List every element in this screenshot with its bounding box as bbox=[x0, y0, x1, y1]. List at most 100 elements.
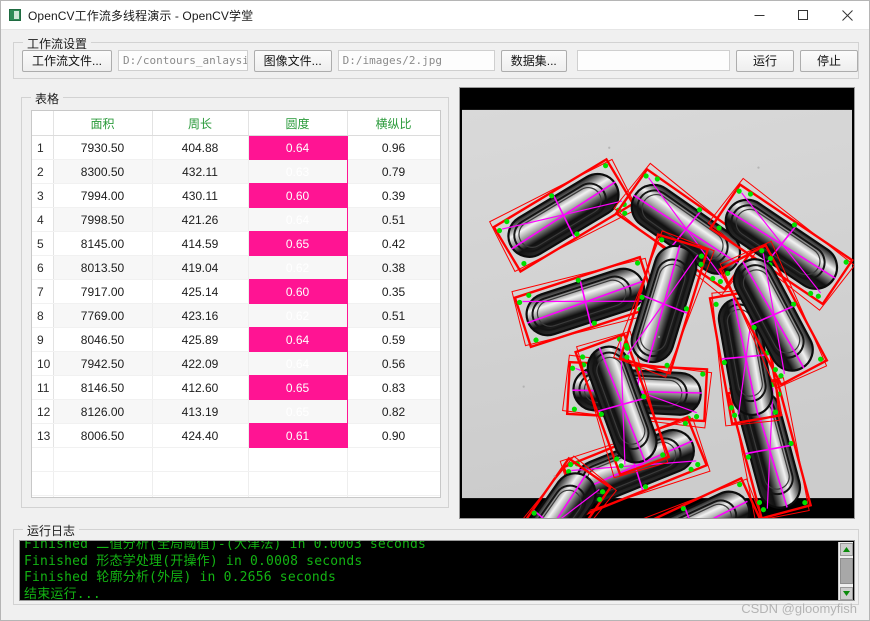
cell-aspect[interactable]: 0.51 bbox=[347, 303, 440, 328]
cell-circularity[interactable]: 0.62 bbox=[248, 303, 348, 328]
cell-area[interactable]: 8006.50 bbox=[53, 423, 153, 448]
cell-area[interactable]: 7930.50 bbox=[53, 135, 153, 160]
cell-aspect[interactable]: 0.79 bbox=[347, 159, 440, 184]
cell-perimeter[interactable]: 412.60 bbox=[152, 375, 249, 400]
stop-button[interactable]: 停止 bbox=[799, 49, 858, 72]
table-header-perimeter[interactable]: 周长 bbox=[152, 111, 249, 136]
cell-perimeter[interactable]: 414.59 bbox=[152, 231, 249, 256]
cell-circularity[interactable]: 0.60 bbox=[248, 279, 348, 304]
cell-perimeter[interactable]: 425.14 bbox=[152, 279, 249, 304]
table-group-title: 表格 bbox=[31, 90, 64, 107]
cell-circularity[interactable]: 0.60 bbox=[248, 183, 348, 208]
cell-circularity[interactable]: 0.63 bbox=[248, 159, 348, 184]
table-header-aspect-ratio[interactable]: 横纵比 bbox=[347, 111, 440, 136]
cell-aspect[interactable]: 0.42 bbox=[347, 231, 440, 256]
cell-area[interactable]: 8145.00 bbox=[53, 231, 153, 256]
cell-area[interactable]: 8300.50 bbox=[53, 159, 153, 184]
cell-aspect[interactable]: 0.83 bbox=[347, 375, 440, 400]
row-index: 10 bbox=[32, 351, 54, 376]
table-row[interactable]: 9 8046.50 425.89 0.64 0.59 bbox=[32, 327, 440, 352]
cell-aspect[interactable]: 0.51 bbox=[347, 207, 440, 232]
cell-circularity[interactable]: 0.65 bbox=[248, 399, 348, 424]
cell-circularity[interactable]: 0.64 bbox=[248, 327, 348, 352]
empty-cell bbox=[53, 495, 153, 497]
table-row[interactable]: 3 7994.00 430.11 0.60 0.39 bbox=[32, 183, 440, 208]
workflow-file-input[interactable]: D:/contours_anlaysis.vm bbox=[118, 50, 248, 71]
scroll-up-icon[interactable] bbox=[840, 543, 853, 556]
cell-circularity[interactable]: 0.65 bbox=[248, 375, 348, 400]
cell-area[interactable]: 7998.50 bbox=[53, 207, 153, 232]
table-row[interactable]: 7 7917.00 425.14 0.60 0.35 bbox=[32, 279, 440, 304]
row-index: 2 bbox=[32, 159, 54, 184]
cell-perimeter[interactable]: 421.26 bbox=[152, 207, 249, 232]
run-button[interactable]: 运行 bbox=[735, 49, 794, 72]
table-row[interactable]: 13 8006.50 424.40 0.61 0.90 bbox=[32, 423, 440, 448]
table-header-area[interactable]: 面积 bbox=[53, 111, 153, 136]
cell-aspect[interactable]: 0.90 bbox=[347, 423, 440, 448]
cell-aspect[interactable]: 0.59 bbox=[347, 327, 440, 352]
cell-area[interactable]: 7917.00 bbox=[53, 279, 153, 304]
cell-area[interactable]: 7994.00 bbox=[53, 183, 153, 208]
scroll-down-icon[interactable] bbox=[840, 587, 853, 600]
cell-perimeter[interactable]: 423.16 bbox=[152, 303, 249, 328]
table-row[interactable]: 1 7930.50 404.88 0.64 0.96 bbox=[32, 135, 440, 160]
cell-area[interactable]: 8046.50 bbox=[53, 327, 153, 352]
cell-perimeter[interactable]: 404.88 bbox=[152, 135, 249, 160]
log-line: 结束运行... bbox=[24, 586, 101, 601]
table-row[interactable]: 10 7942.50 422.09 0.64 0.56 bbox=[32, 351, 440, 376]
cell-perimeter[interactable]: 430.11 bbox=[152, 183, 249, 208]
cell-perimeter[interactable]: 425.89 bbox=[152, 327, 249, 352]
image-file-input[interactable]: D:/images/2.jpg bbox=[337, 50, 495, 71]
table-row[interactable]: 5 8145.00 414.59 0.65 0.42 bbox=[32, 231, 440, 256]
cell-circularity[interactable]: 0.62 bbox=[248, 255, 348, 280]
cell-area[interactable]: 8013.50 bbox=[53, 255, 153, 280]
cell-perimeter[interactable]: 432.11 bbox=[152, 159, 249, 184]
cell-circularity[interactable]: 0.61 bbox=[248, 423, 348, 448]
log-scrollbar[interactable] bbox=[838, 542, 853, 600]
table-header-circularity[interactable]: 圆度 bbox=[248, 111, 348, 136]
row-index: 5 bbox=[32, 231, 54, 256]
cell-aspect[interactable]: 0.35 bbox=[347, 279, 440, 304]
maximize-button[interactable] bbox=[781, 1, 825, 30]
cell-circularity[interactable]: 0.65 bbox=[248, 231, 348, 256]
results-table-container[interactable]: 面积 周长 圆度 横纵比 1 7930.50 404.88 0.64 0.96 2 8300… bbox=[31, 110, 441, 498]
cell-perimeter[interactable]: 422.09 bbox=[152, 351, 249, 376]
cell-aspect[interactable]: 0.96 bbox=[347, 135, 440, 160]
minimize-button[interactable] bbox=[737, 1, 781, 30]
result-image-panel[interactable] bbox=[459, 87, 855, 519]
scrollbar-thumb[interactable] bbox=[840, 558, 853, 584]
row-index: 1 bbox=[32, 135, 54, 160]
table-row[interactable]: 2 8300.50 432.11 0.63 0.79 bbox=[32, 159, 440, 184]
close-button[interactable] bbox=[825, 1, 869, 30]
cell-area[interactable]: 7769.00 bbox=[53, 303, 153, 328]
row-index: 8 bbox=[32, 303, 54, 328]
row-index: 4 bbox=[32, 207, 54, 232]
cell-area[interactable]: 7942.50 bbox=[53, 351, 153, 376]
table-row[interactable]: 4 7998.50 421.26 0.64 0.51 bbox=[32, 207, 440, 232]
log-output[interactable]: Finished 二值分析(全局阈值)-(大津法) in 0.0003 seco… bbox=[19, 540, 855, 601]
cell-aspect[interactable]: 0.56 bbox=[347, 351, 440, 376]
cell-circularity[interactable]: 0.64 bbox=[248, 351, 348, 376]
cell-aspect[interactable]: 0.39 bbox=[347, 183, 440, 208]
result-image-canvas bbox=[460, 88, 854, 518]
cell-perimeter[interactable]: 413.19 bbox=[152, 399, 249, 424]
cell-aspect[interactable]: 0.82 bbox=[347, 399, 440, 424]
dataset-input[interactable] bbox=[576, 50, 730, 71]
cell-aspect[interactable]: 0.38 bbox=[347, 255, 440, 280]
table-row[interactable]: 8 7769.00 423.16 0.62 0.51 bbox=[32, 303, 440, 328]
empty-cell bbox=[32, 471, 54, 496]
cell-area[interactable]: 8146.50 bbox=[53, 375, 153, 400]
cell-circularity[interactable]: 0.64 bbox=[248, 135, 348, 160]
table-row[interactable]: 11 8146.50 412.60 0.65 0.83 bbox=[32, 375, 440, 400]
cell-perimeter[interactable]: 419.04 bbox=[152, 255, 249, 280]
cell-perimeter[interactable]: 424.40 bbox=[152, 423, 249, 448]
table-row[interactable]: 12 8126.00 413.19 0.65 0.82 bbox=[32, 399, 440, 424]
empty-cell bbox=[248, 471, 348, 496]
dataset-button[interactable]: 数据集... bbox=[500, 49, 567, 72]
workflow-file-button[interactable]: 工作流文件... bbox=[22, 49, 113, 72]
image-file-button[interactable]: 图像文件... bbox=[253, 49, 332, 72]
cell-circularity[interactable]: 0.64 bbox=[248, 207, 348, 232]
cell-area[interactable]: 8126.00 bbox=[53, 399, 153, 424]
table-row[interactable]: 6 8013.50 419.04 0.62 0.38 bbox=[32, 255, 440, 280]
row-index: 12 bbox=[32, 399, 54, 424]
